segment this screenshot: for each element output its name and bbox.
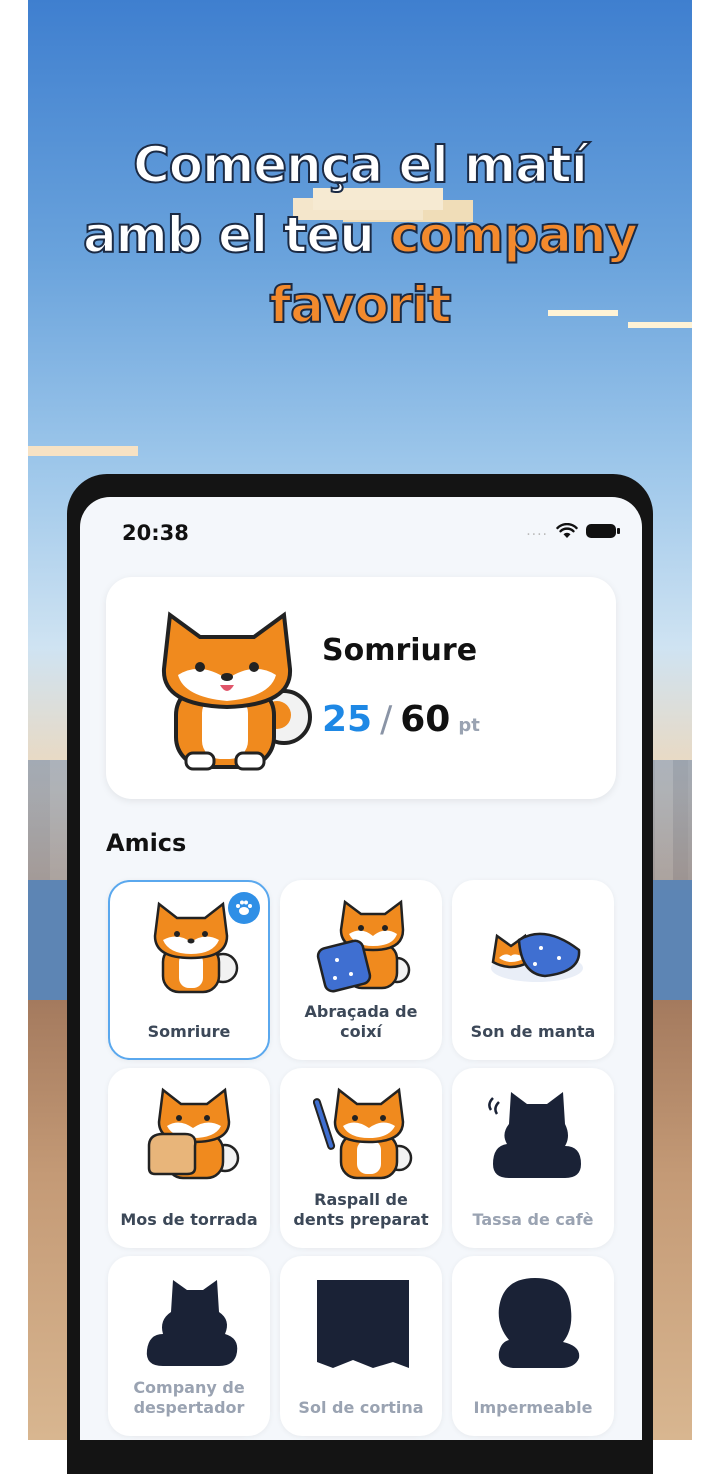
friend-tile-company-de-despertador[interactable]: Company de despertador — [108, 1256, 270, 1436]
friend-label: Sol de cortina — [298, 1398, 424, 1417]
friend-label: Company de despertador — [133, 1378, 245, 1417]
locked-silhouette-icon — [488, 1092, 581, 1178]
friend-tile-somriure[interactable]: Somriure — [108, 880, 270, 1060]
status-time: 20:38 — [122, 521, 189, 545]
friend-tile-tassa-de-cafe[interactable]: Tassa de cafè — [452, 1068, 614, 1248]
friend-tile-mos-de-torrada[interactable]: Mos de torrada — [108, 1068, 270, 1248]
points-total: 60 — [400, 699, 451, 740]
points-current: 25 — [322, 699, 373, 740]
friend-tile-abracada-de-coixi[interactable]: Abraçada de coixí — [280, 880, 442, 1060]
shiba-blanket-illustration — [491, 932, 583, 982]
friend-label: Son de manta — [470, 1022, 596, 1041]
paw-badge-icon — [228, 892, 260, 924]
shiba-toothbrush-illustration — [313, 1087, 413, 1180]
battery-icon — [586, 524, 620, 538]
shiba-pet-illustration — [161, 611, 312, 771]
friend-label: Tassa de cafè — [472, 1210, 594, 1229]
locked-silhouette-icon — [317, 1280, 409, 1368]
friend-label: Raspall de dents preparat — [293, 1190, 429, 1229]
friend-label: Mos de torrada — [120, 1210, 258, 1229]
friend-tile-sol-de-cortina[interactable]: Sol de cortina — [280, 1256, 442, 1436]
headline-line-2: amb el teu company — [28, 200, 692, 270]
cloud — [28, 446, 138, 456]
points-separator: / — [380, 699, 393, 740]
headline-highlight: company — [389, 205, 639, 265]
friend-label: Impermeable — [473, 1398, 593, 1417]
status-icons: .... — [526, 523, 620, 539]
shiba-smile-illustration — [153, 901, 239, 994]
headline-line-2-prefix: amb el teu — [82, 205, 391, 265]
headline-line-3: favorit — [268, 275, 452, 335]
locked-silhouette-icon — [498, 1278, 580, 1368]
friends-section-title: Amics — [106, 829, 187, 857]
friend-label: Somriure — [147, 1022, 231, 1041]
shiba-pillow-illustration — [316, 899, 411, 993]
promo-headline: Comença el matí amb el teu company favor… — [28, 130, 692, 340]
headline-line-1: Comença el matí — [132, 135, 589, 195]
friend-tile-impermeable[interactable]: Impermeable — [452, 1256, 614, 1436]
friend-tile-raspall-de-dents[interactable]: Raspall de dents preparat — [280, 1068, 442, 1248]
shiba-toast-illustration — [147, 1087, 240, 1180]
wifi-icon — [556, 523, 578, 538]
friend-tile-son-de-manta[interactable]: Son de manta — [452, 880, 614, 1060]
app-screen: 20:38 .... Somriure 25 / 60 pt Amics Som… — [80, 497, 642, 1440]
points-unit: pt — [458, 715, 480, 736]
friend-label: Abraçada de coixí — [304, 1002, 418, 1041]
points-counter: 25 / 60 pt — [322, 699, 480, 740]
current-pet-name: Somriure — [322, 633, 478, 668]
current-pet-card[interactable]: Somriure 25 / 60 pt — [106, 577, 616, 799]
locked-silhouette-icon — [146, 1280, 238, 1366]
signal-icon: .... — [526, 523, 548, 539]
